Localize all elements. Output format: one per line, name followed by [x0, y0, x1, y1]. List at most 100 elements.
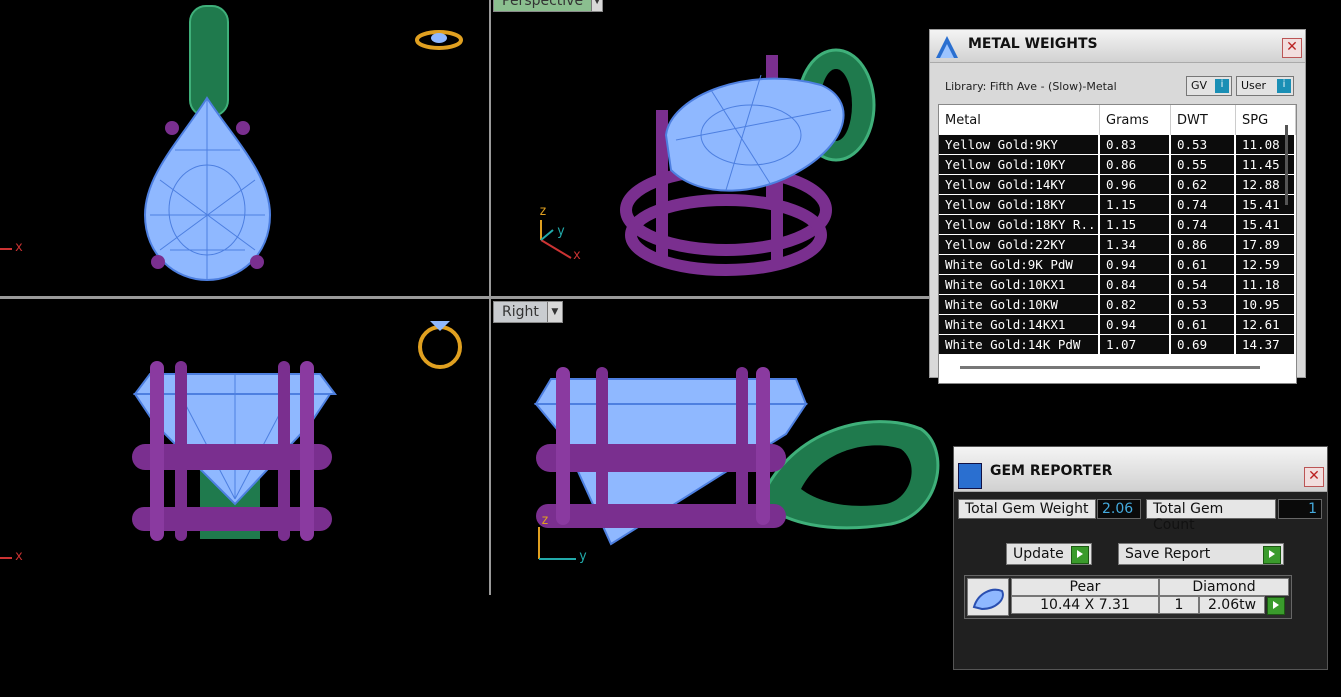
metal-name: Yellow Gold:18KY [939, 195, 1100, 215]
metal-weights-panel: METAL WEIGHTS ✕ Library: Fifth Ave - (Sl… [929, 29, 1306, 384]
table-row[interactable]: Yellow Gold:18KY R... 1.15 0.74 15.41 [939, 215, 1296, 235]
spg-value: 12.59 [1236, 255, 1296, 275]
user-toggle[interactable]: User i [1236, 76, 1294, 96]
spg-value: 12.61 [1236, 315, 1296, 335]
table-row[interactable]: Yellow Gold:18KY 1.15 0.74 15.41 [939, 195, 1296, 215]
gem-reporter-panel: GEM REPORTER ✕ Total Gem Weight 2.06 Tot… [953, 446, 1328, 670]
user-label: User [1241, 79, 1267, 92]
axis-x-label: x [573, 248, 581, 263]
axis-z-label: z [539, 204, 547, 219]
tab-perspective[interactable]: Perspective ▼ [493, 0, 603, 12]
metal-name: White Gold:14K PdW [939, 335, 1100, 355]
metal-weights-icon [932, 32, 962, 60]
spg-value: 15.41 [1236, 215, 1296, 235]
axis-y-label: y [557, 224, 565, 239]
metal-weights-table[interactable]: Metal Grams DWT SPG Yellow Gold:9KY 0.83 0… [938, 104, 1297, 384]
horizontal-scrollbar[interactable] [960, 366, 1260, 369]
gem-reporter-title: GEM REPORTER [990, 463, 1113, 479]
table-row[interactable]: Yellow Gold:10KY 0.86 0.55 11.45 [939, 155, 1296, 175]
grams-value: 1.15 [1100, 195, 1171, 215]
metal-name: White Gold:10KW [939, 295, 1100, 315]
column-header-metal[interactable]: Metal [939, 105, 1100, 135]
gem-type: Diamond [1159, 578, 1289, 596]
play-icon [1071, 546, 1089, 564]
table-row[interactable]: White Gold:10KW 0.82 0.53 10.95 [939, 295, 1296, 315]
dwt-value: 0.74 [1171, 215, 1236, 235]
grams-value: 0.86 [1100, 155, 1171, 175]
table-row[interactable]: White Gold:10KX1 0.84 0.54 11.18 [939, 275, 1296, 295]
table-row[interactable]: Yellow Gold:14KY 0.96 0.62 12.88 [939, 175, 1296, 195]
grams-value: 0.84 [1100, 275, 1171, 295]
library-label: Library: Fifth Ave - (Slow)-Metal [945, 80, 1117, 93]
close-icon[interactable]: ✕ [1282, 38, 1302, 58]
table-row[interactable]: Yellow Gold:22KY 1.34 0.86 17.89 [939, 235, 1296, 255]
dwt-value: 0.53 [1171, 135, 1236, 155]
play-icon [1263, 546, 1281, 564]
dwt-value: 0.55 [1171, 155, 1236, 175]
metal-name: Yellow Gold:22KY [939, 235, 1100, 255]
grams-value: 0.83 [1100, 135, 1171, 155]
table-row[interactable]: White Gold:9K PdW 0.94 0.61 12.59 [939, 255, 1296, 275]
column-header-grams[interactable]: Grams [1100, 105, 1171, 135]
dwt-value: 0.86 [1171, 235, 1236, 255]
spg-value: 11.18 [1236, 275, 1296, 295]
viewport-right[interactable]: Right ▼ z y [491, 299, 956, 595]
table-header: Metal Grams DWT SPG [939, 105, 1296, 135]
dwt-value: 0.69 [1171, 335, 1236, 355]
save-report-button[interactable]: Save Report [1118, 543, 1284, 565]
table-row[interactable]: White Gold:14KX1 0.94 0.61 12.61 [939, 315, 1296, 335]
metal-name: White Gold:14KX1 [939, 315, 1100, 335]
metal-weights-rows: Yellow Gold:9KY 0.83 0.53 11.08 Yellow Gold:… [939, 135, 1296, 355]
save-report-label: Save Report [1125, 546, 1211, 562]
play-icon[interactable] [1267, 597, 1285, 615]
table-row[interactable]: White Gold:14K PdW 1.07 0.69 14.37 [939, 335, 1296, 355]
table-row[interactable]: Yellow Gold:9KY 0.83 0.53 11.08 [939, 135, 1296, 155]
axis-x-label: x [15, 240, 23, 255]
grams-value: 1.07 [1100, 335, 1171, 355]
column-header-dwt[interactable]: DWT [1171, 105, 1236, 135]
metal-name: Yellow Gold:14KY [939, 175, 1100, 195]
gv-toggle[interactable]: GV i [1186, 76, 1232, 96]
viewport-divider-horizontal[interactable] [0, 296, 930, 299]
metal-weights-titlebar[interactable]: METAL WEIGHTS ✕ [930, 30, 1305, 63]
chevron-down-icon[interactable]: ▼ [591, 0, 602, 11]
dwt-value: 0.53 [1171, 295, 1236, 315]
dwt-value: 0.61 [1171, 255, 1236, 275]
metal-name: Yellow Gold:9KY [939, 135, 1100, 155]
total-gem-weight-label: Total Gem Weight [958, 499, 1096, 519]
pear-gem-icon [967, 578, 1009, 616]
gem-reporter-icon [958, 463, 982, 489]
right-pendant-render [533, 367, 940, 560]
spg-value: 14.37 [1236, 335, 1296, 355]
spg-value: 17.89 [1236, 235, 1296, 255]
gem-size: 10.44 X 7.31 [1011, 596, 1159, 614]
dwt-value: 0.74 [1171, 195, 1236, 215]
grams-value: 0.82 [1100, 295, 1171, 315]
dwt-value: 0.62 [1171, 175, 1236, 195]
perspective-pendant-render [540, 48, 876, 276]
grams-value: 0.96 [1100, 175, 1171, 195]
gem-weight: 2.06tw [1199, 596, 1265, 614]
front-pendant-render [0, 5, 463, 282]
viewport-label: Right [502, 304, 539, 320]
vertical-scrollbar[interactable] [1285, 125, 1288, 205]
metal-name: White Gold:9K PdW [939, 255, 1100, 275]
gem-list-item[interactable]: Pear Diamond 10.44 X 7.31 1 2.06tw [964, 575, 1292, 619]
grams-value: 1.15 [1100, 215, 1171, 235]
metal-name: White Gold:10KX1 [939, 275, 1100, 295]
chevron-down-icon[interactable]: ▼ [546, 302, 562, 322]
gem-reporter-titlebar[interactable]: GEM REPORTER ✕ [954, 447, 1327, 492]
update-label: Update [1013, 546, 1064, 562]
dwt-value: 0.61 [1171, 315, 1236, 335]
tab-right[interactable]: Right ▼ [493, 301, 563, 323]
gem-count: 1 [1159, 596, 1199, 614]
info-icon: i [1277, 79, 1291, 93]
close-icon[interactable]: ✕ [1304, 467, 1324, 487]
update-button[interactable]: Update [1006, 543, 1092, 565]
axis-z-label: z [541, 513, 549, 528]
grams-value: 0.94 [1100, 255, 1171, 275]
viewport-top[interactable]: x [0, 299, 489, 595]
grams-value: 0.94 [1100, 315, 1171, 335]
viewport-perspective[interactable]: Perspective ▼ z y x [491, 0, 929, 296]
viewport-front[interactable]: x [0, 0, 489, 296]
